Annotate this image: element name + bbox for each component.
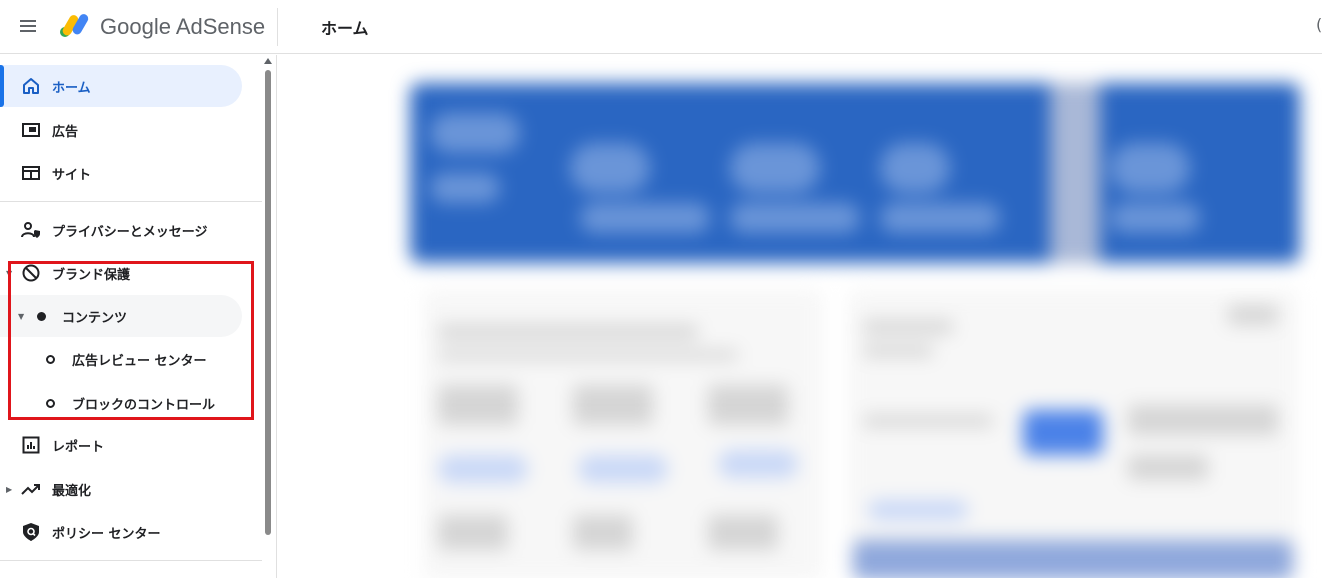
sidebar-item-label: プライバシーとメッセージ (52, 224, 208, 240)
sidebar-item-content[interactable]: ▼ コンテンツ (0, 295, 242, 337)
sites-icon (20, 162, 42, 184)
brand-name[interactable]: Google AdSense (100, 14, 265, 40)
sidebar-item-policy-center[interactable]: ポリシー センター (0, 511, 242, 553)
sidebar-item-optimization[interactable]: ▶ 最適化 (0, 468, 242, 510)
trending-up-icon (20, 478, 42, 500)
sidebar-item-label: ブロックのコントロール (72, 397, 216, 413)
sidebar-item-ad-review-center[interactable]: 広告レビュー センター (0, 338, 242, 380)
active-indicator (0, 65, 4, 107)
policy-shield-icon (20, 521, 42, 543)
sidebar-item-label: ブランド保護 (52, 267, 131, 283)
sidebar-divider (0, 201, 262, 202)
top-app-bar: Google AdSense ホーム ( (0, 0, 1322, 54)
expand-caret-icon[interactable]: ▶ (6, 485, 12, 494)
main-content (278, 55, 1322, 578)
summary-banner (410, 83, 1300, 263)
header-edge-glyph: ( (1316, 15, 1322, 34)
sidebar-item-brand-safety[interactable]: ▼ ブランド保護 (0, 252, 242, 294)
expand-caret-icon[interactable]: ▼ (18, 312, 24, 321)
hollow-dot-icon (39, 348, 61, 370)
sidebar-item-label: コンテンツ (62, 310, 128, 326)
sidebar-item-ads[interactable]: 広告 (0, 109, 242, 151)
sidebar-item-home[interactable]: ホーム (0, 65, 242, 107)
sidebar-divider (0, 560, 262, 561)
expand-caret-icon[interactable]: ▼ (6, 269, 12, 278)
sidebar-item-privacy-messaging[interactable]: プライバシーとメッセージ (0, 209, 242, 251)
sidebar-item-label: 最適化 (52, 483, 92, 499)
header-divider (277, 8, 278, 46)
sidebar-item-label: サイト (52, 167, 92, 183)
sidebar-scrollbar[interactable] (265, 70, 271, 535)
block-icon (20, 262, 42, 284)
page-title: ホーム (321, 19, 369, 38)
sidebar-item-sites[interactable]: サイト (0, 152, 242, 194)
scroll-up-arrow-icon[interactable] (264, 58, 272, 64)
sidebar-item-label: 広告レビュー センター (72, 353, 207, 369)
adsense-logo-icon (60, 14, 89, 37)
ads-icon (20, 119, 42, 141)
sidebar-item-label: ホーム (52, 80, 91, 96)
sidebar-item-blocking-controls[interactable]: ブロックのコントロール (0, 382, 242, 424)
sidebar-item-label: 広告 (52, 124, 79, 140)
hollow-dot-icon (39, 392, 61, 414)
sidebar-item-label: レポート (52, 439, 105, 455)
filled-dot-icon (30, 305, 52, 327)
hamburger-menu-icon[interactable] (20, 17, 40, 35)
privacy-messaging-icon (20, 219, 42, 241)
home-icon (20, 75, 42, 97)
sidebar: ホーム 広告 サイト プライバシーとメッセージ ▼ ブランド保護 ▼ コンテンツ (0, 55, 277, 578)
blurred-dashboard (278, 55, 1322, 578)
reports-icon (20, 434, 42, 456)
sidebar-item-reports[interactable]: レポート (0, 424, 242, 466)
sidebar-item-label: ポリシー センター (52, 526, 161, 542)
